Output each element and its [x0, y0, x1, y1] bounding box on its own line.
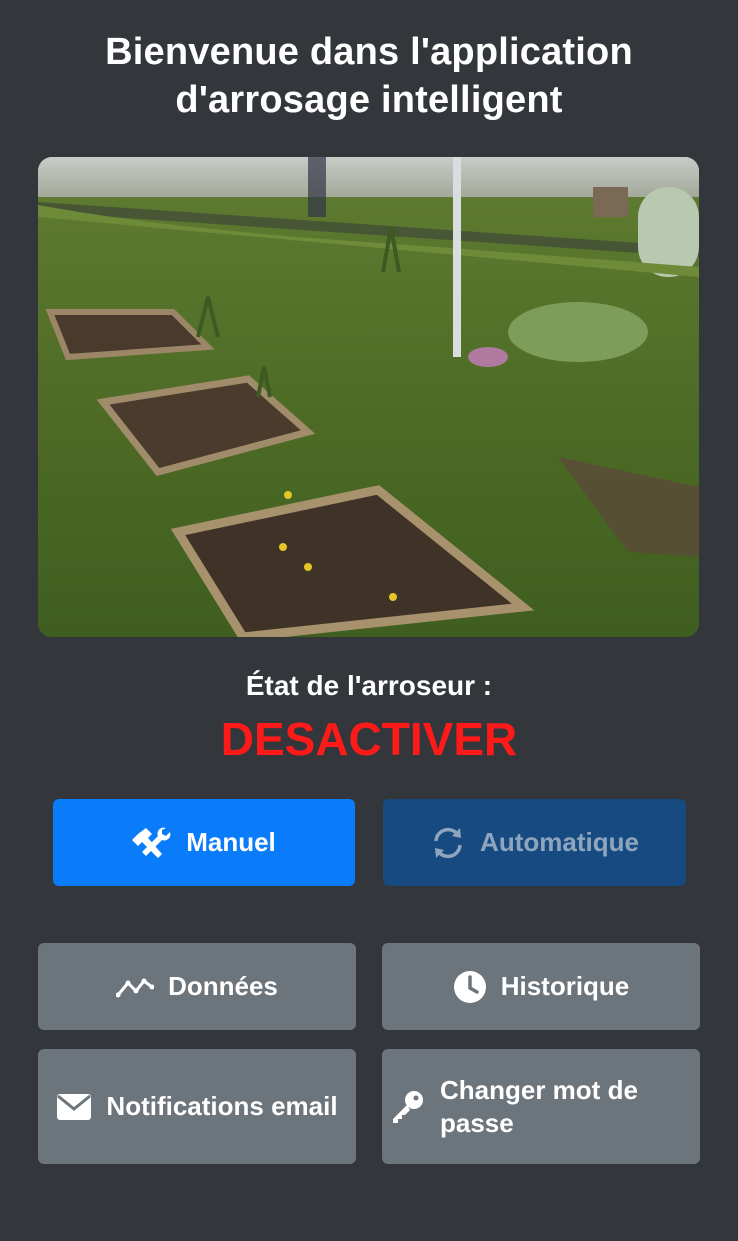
sync-icon: [430, 825, 466, 861]
history-label: Historique: [500, 971, 630, 1001]
envelope-icon: [56, 1093, 92, 1121]
automatic-mode-button[interactable]: Automatique: [383, 799, 686, 886]
clock-icon: [453, 970, 487, 1004]
data-label: Données: [168, 971, 278, 1001]
email-notifications-button[interactable]: Notifications email: [38, 1049, 356, 1164]
sprinkler-state-label: État de l'arroseur :: [245, 670, 493, 701]
change-password-label: Changer mot de passe: [440, 1074, 638, 1140]
manual-mode-button[interactable]: Manuel: [53, 799, 355, 886]
sprinkler-state-value: DESACTIVER: [220, 713, 518, 765]
data-button[interactable]: Données: [38, 943, 356, 1030]
history-button[interactable]: Historique: [382, 943, 700, 1030]
change-password-line-1: Changer mot de: [440, 1074, 638, 1105]
title-line-1: Bienvenue dans l'application: [105, 31, 633, 73]
email-notifications-label: Notifications email: [106, 1091, 338, 1121]
page-title: Bienvenue dans l'application d'arrosage …: [40, 28, 698, 124]
garden-photo: [38, 157, 699, 637]
automatic-mode-label: Automatique: [480, 827, 639, 857]
key-icon: [390, 1090, 424, 1124]
title-line-2: d'arrosage intelligent: [175, 79, 563, 121]
change-password-button[interactable]: Changer mot de passe: [382, 1049, 700, 1164]
manual-mode-label: Manuel: [186, 827, 276, 857]
garden-illustration: [38, 157, 699, 637]
change-password-line-2: passe: [440, 1107, 514, 1138]
line-chart-icon: [116, 975, 155, 999]
tools-icon: [132, 826, 172, 860]
